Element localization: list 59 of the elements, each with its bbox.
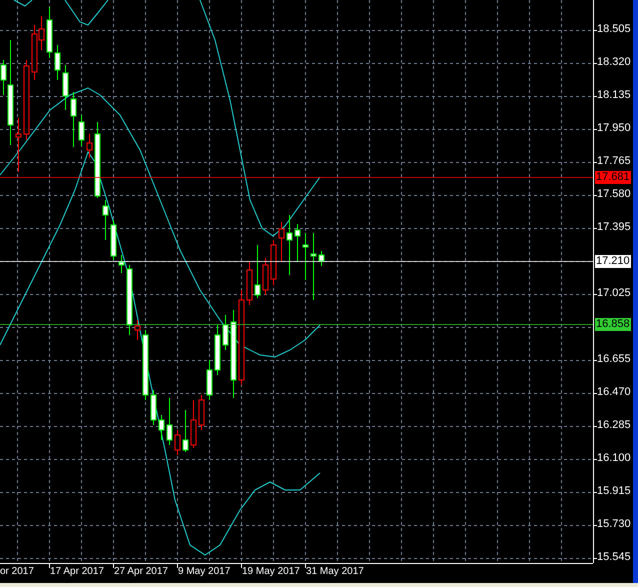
candle — [134, 320, 140, 340]
price-label: 17.765 — [597, 155, 631, 168]
candle — [222, 314, 228, 350]
candle — [182, 410, 188, 452]
band-line — [14, 0, 32, 7]
candle — [302, 232, 308, 280]
price-label: 17.950 — [597, 122, 631, 135]
candle — [254, 244, 260, 298]
date-label: 31 May 2017 — [306, 565, 364, 578]
candle — [270, 240, 276, 286]
price-marker: 17.210 — [595, 255, 631, 268]
candle — [102, 200, 108, 240]
price-label: 18.505 — [597, 23, 631, 36]
price-label: 17.580 — [597, 188, 631, 201]
price-label: 16.470 — [597, 386, 631, 399]
date-label: or 2017 — [0, 565, 34, 578]
price-label: 17.025 — [597, 287, 631, 300]
candle — [150, 390, 156, 426]
candle — [310, 232, 316, 300]
candle — [46, 6, 52, 58]
candle — [110, 220, 116, 260]
price-marker: 16.858 — [595, 318, 631, 331]
candle — [16, 118, 22, 172]
candle — [118, 254, 124, 274]
candle — [190, 400, 196, 448]
date-label: 17 Apr 2017 — [50, 565, 104, 578]
candle — [246, 262, 252, 306]
candle — [126, 264, 132, 336]
band-line — [64, 0, 108, 26]
price-label: 18.135 — [597, 89, 631, 102]
price-label: 16.100 — [597, 452, 631, 465]
price-label: 18.320 — [597, 56, 631, 69]
price-label: 15.915 — [597, 485, 631, 498]
price-label: 17.395 — [597, 221, 631, 234]
price-label: 16.285 — [597, 419, 631, 432]
candle — [174, 430, 180, 456]
candle — [158, 414, 164, 440]
candle — [78, 114, 84, 146]
candle — [62, 64, 68, 110]
date-label: 9 May 2017 — [178, 565, 230, 578]
candle — [206, 360, 212, 400]
candle — [54, 44, 60, 80]
price-marker: 17.681 — [595, 171, 631, 184]
candle — [198, 394, 204, 430]
candle — [86, 134, 92, 158]
price-label: 15.545 — [597, 551, 631, 564]
candle — [214, 324, 220, 376]
candle — [166, 398, 172, 446]
price-label: 15.730 — [597, 518, 631, 531]
candle — [286, 214, 292, 276]
date-label: 19 May 2017 — [242, 565, 300, 578]
date-label: 27 Apr 2017 — [114, 565, 168, 578]
candle — [142, 330, 148, 400]
candle — [70, 92, 76, 148]
candle — [294, 224, 300, 262]
candle — [278, 222, 284, 262]
candle — [318, 250, 324, 266]
candle — [262, 258, 268, 296]
price-label: 16.655 — [597, 353, 631, 366]
